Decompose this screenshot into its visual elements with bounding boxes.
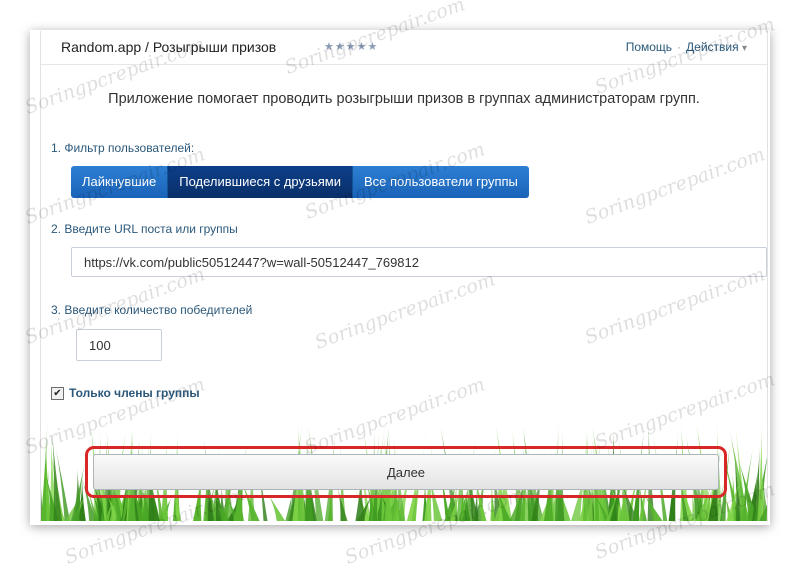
app-title: Random.app / Розыгрыши призов — [61, 39, 277, 55]
header-links: Помощь · Действия ▾ — [626, 40, 747, 54]
filter-option-all-members[interactable]: Все пользователи группы — [352, 166, 529, 198]
header-separator: · — [677, 40, 682, 54]
chevron-down-icon[interactable]: ▾ — [742, 43, 747, 54]
actions-menu-link[interactable]: Действия — [686, 40, 739, 54]
members-only-checkbox[interactable]: ✔ — [51, 386, 64, 400]
app-window: Random.app / Розыгрыши призов ★★★★★ Помо… — [40, 31, 768, 521]
user-filter-segmented-control: Лайкнувшие Поделившиеся с друзьями Все п… — [71, 166, 529, 198]
winners-count-input[interactable] — [76, 329, 162, 361]
url-input[interactable] — [71, 247, 767, 277]
members-only-label: Только члены группы — [69, 386, 200, 400]
url-label: 2. Введите URL поста или группы — [51, 222, 238, 236]
filter-option-liked[interactable]: Лайкнувшие — [71, 166, 169, 198]
app-header: Random.app / Розыгрыши призов ★★★★★ Помо… — [41, 31, 767, 65]
next-button-highlight: Далее — [85, 446, 727, 498]
help-link[interactable]: Помощь — [626, 40, 672, 54]
members-only-option: ✔ Только члены группы — [51, 386, 200, 400]
filter-label: 1. Фильтр пользователей: — [51, 141, 195, 155]
rating-stars-icon: ★★★★★ — [324, 41, 379, 53]
filter-option-shared[interactable]: Поделившиеся с друзьями — [168, 166, 353, 198]
next-button[interactable]: Далее — [93, 454, 719, 490]
winners-count-label: 3. Введите количество победителей — [51, 303, 253, 317]
app-description: Приложение помогает проводить розыгрыши … — [108, 91, 700, 107]
